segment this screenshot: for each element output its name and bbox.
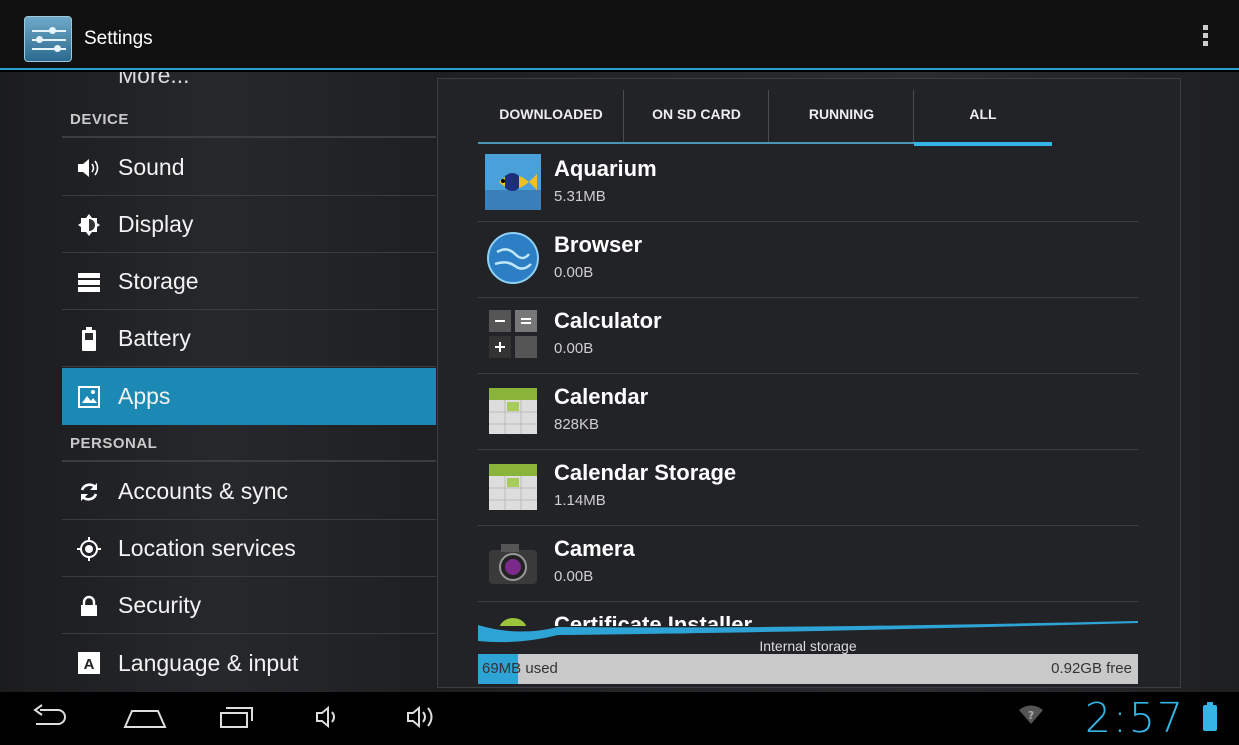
calendar-icon xyxy=(485,382,541,438)
sidebar-item-language[interactable]: A Language & input xyxy=(62,635,436,691)
sidebar-item-label: Apps xyxy=(118,383,171,409)
section-header-personal: PERSONAL xyxy=(62,426,436,462)
tab-on-sd-card[interactable]: ON SD CARD xyxy=(624,86,769,144)
app-list-item-calculator[interactable]: Calculator 0.00B xyxy=(478,298,1138,374)
app-name: Aquarium xyxy=(554,156,657,181)
app-list-item-browser[interactable]: Browser 0.00B xyxy=(478,222,1138,298)
sidebar-item-label: Language & input xyxy=(118,649,299,676)
app-name: Calculator xyxy=(554,308,662,333)
app-size: 5.31MB xyxy=(554,188,606,205)
apps-icon xyxy=(76,384,102,410)
settings-sidebar: More... DEVICE Sound Display Storage Bat… xyxy=(0,72,438,692)
aquarium-fish-icon xyxy=(485,154,541,210)
app-list: Aquarium 5.31MB Browser 0.00B Calculator… xyxy=(478,146,1138,626)
sidebar-item-accounts-sync[interactable]: Accounts & sync xyxy=(62,464,436,520)
svg-text:?: ? xyxy=(1028,709,1034,722)
section-header-device: DEVICE xyxy=(62,102,436,138)
sidebar-item-label: Battery xyxy=(118,325,191,351)
app-list-item-calendar[interactable]: Calendar 828KB xyxy=(478,374,1138,450)
app-list-item-camera[interactable]: Camera 0.00B xyxy=(478,526,1138,602)
tab-running[interactable]: RUNNING xyxy=(769,86,914,144)
sidebar-item-sound[interactable]: Sound xyxy=(62,140,436,196)
sidebar-item-label: Sound xyxy=(118,154,185,180)
sidebar-item-label: Display xyxy=(118,211,194,237)
tab-all[interactable]: ALL xyxy=(914,86,1052,146)
globe-icon xyxy=(485,230,541,286)
app-list-item-aquarium[interactable]: Aquarium 5.31MB xyxy=(478,146,1138,222)
settings-sliders-icon[interactable] xyxy=(24,16,72,62)
calculator-icon xyxy=(485,306,541,362)
svg-text:A: A xyxy=(84,656,95,673)
brightness-icon xyxy=(76,212,102,238)
keyboard-language-icon: A xyxy=(76,650,102,676)
sync-icon xyxy=(76,479,102,505)
sidebar-item-storage[interactable]: Storage xyxy=(62,254,436,310)
home-icon[interactable] xyxy=(122,702,168,737)
sidebar-item-apps[interactable]: Apps xyxy=(62,368,436,425)
location-icon xyxy=(76,536,102,562)
storage-usage-bar: 69MB used 0.92GB free xyxy=(478,654,1138,684)
sidebar-item-label: Storage xyxy=(118,268,199,294)
volume-down-icon[interactable] xyxy=(313,702,343,737)
page-title: Settings xyxy=(84,28,153,49)
speaker-icon xyxy=(76,155,102,181)
tab-downloaded[interactable]: DOWNLOADED xyxy=(478,86,624,144)
system-nav-bar: ? 2:57 xyxy=(0,692,1239,745)
volume-up-icon[interactable] xyxy=(404,702,442,737)
app-name: Camera xyxy=(554,536,635,561)
sidebar-item-battery[interactable]: Battery xyxy=(62,311,436,367)
storage-icon xyxy=(76,269,102,295)
sidebar-item-label: Location services xyxy=(118,535,296,561)
sidebar-item-display[interactable]: Display xyxy=(62,197,436,253)
storage-used-text: 69MB used xyxy=(482,660,558,677)
app-name: Browser xyxy=(554,232,643,257)
app-size: 1.14MB xyxy=(554,492,606,509)
sidebar-item-location[interactable]: Location services xyxy=(62,521,436,577)
overflow-menu-icon[interactable] xyxy=(1201,25,1209,51)
app-size: 0.00B xyxy=(554,568,594,585)
sidebar-item-security[interactable]: Security xyxy=(62,578,436,634)
app-name: Calendar xyxy=(554,384,649,409)
storage-free-text: 0.92GB free xyxy=(1051,660,1132,677)
sidebar-item-label: Accounts & sync xyxy=(118,478,289,504)
storage-label: Internal storage xyxy=(759,638,857,654)
app-size: 0.00B xyxy=(554,340,594,357)
recent-apps-icon[interactable] xyxy=(217,702,257,737)
app-size: 0.00B xyxy=(554,264,594,281)
wifi-icon: ? xyxy=(1018,704,1044,731)
battery-icon xyxy=(76,326,102,352)
sidebar-item-more[interactable]: More... xyxy=(118,72,190,89)
action-bar: Settings xyxy=(0,0,1239,70)
clock-time: 2:57 xyxy=(1084,694,1185,742)
lock-icon xyxy=(76,593,102,619)
battery-icon xyxy=(1203,702,1217,731)
app-filter-tabs: DOWNLOADED ON SD CARD RUNNING ALL xyxy=(478,86,1138,146)
sidebar-item-label: Security xyxy=(118,592,202,618)
camera-icon xyxy=(485,534,541,590)
back-icon[interactable] xyxy=(30,702,68,737)
app-size: 828KB xyxy=(554,416,600,433)
app-name: Calendar Storage xyxy=(554,460,737,485)
app-list-item-calendar-storage[interactable]: Calendar Storage 1.14MB xyxy=(478,450,1138,526)
calendar-icon xyxy=(485,458,541,514)
